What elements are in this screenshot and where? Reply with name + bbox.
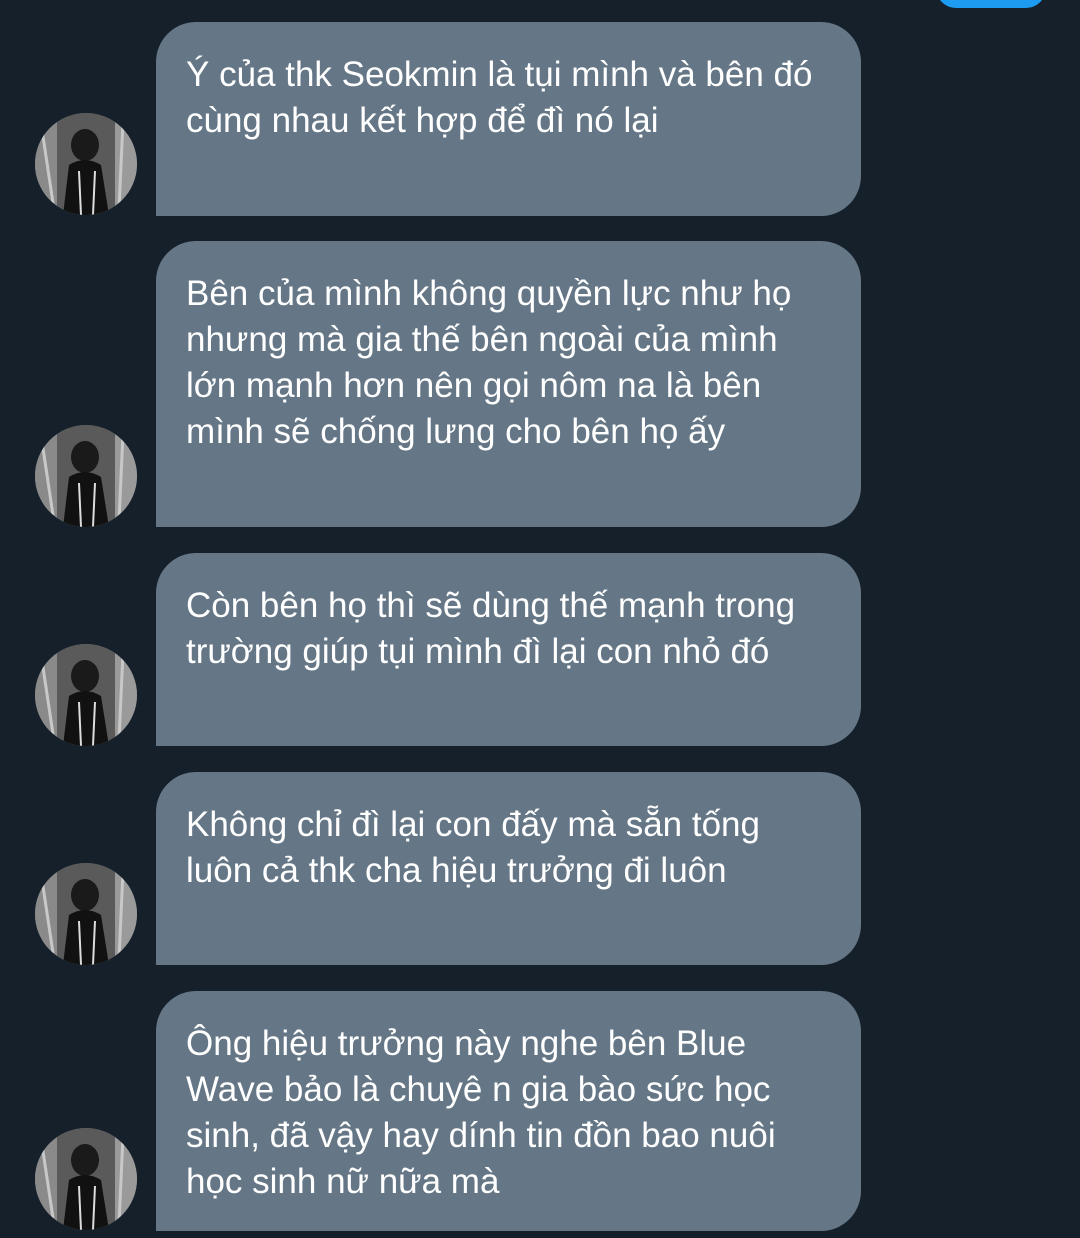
- user-avatar-icon: [35, 644, 137, 746]
- user-avatar-icon: [35, 863, 137, 965]
- avatar[interactable]: [35, 1128, 137, 1230]
- message-bubble[interactable]: Còn bên họ thì sẽ dùng thế mạnh trong tr…: [156, 553, 861, 746]
- avatar[interactable]: [35, 863, 137, 965]
- message-text: Còn bên họ thì sẽ dùng thế mạnh trong tr…: [186, 586, 796, 671]
- user-avatar-icon: [35, 1128, 137, 1230]
- message-bubble[interactable]: Ý của thk Seokmin là tụi mình và bên đó …: [156, 22, 861, 216]
- avatar[interactable]: [35, 425, 137, 527]
- avatar[interactable]: [35, 113, 137, 215]
- message-bubble[interactable]: Không chỉ đì lại con đấy mà sẵn tống luô…: [156, 772, 861, 965]
- message-text: Không chỉ đì lại con đấy mà sẵn tống luô…: [186, 805, 760, 890]
- message-text: Ý của thk Seokmin là tụi mình và bên đó …: [186, 55, 813, 140]
- user-avatar-icon: [35, 113, 137, 215]
- message-bubble[interactable]: Ông hiệu trưởng này nghe bên Blue Wave b…: [156, 991, 861, 1231]
- message-bubble[interactable]: Bên của mình không quyền lực như họ nhưn…: [156, 241, 861, 527]
- outgoing-message-bubble-partial[interactable]: [936, 0, 1046, 8]
- user-avatar-icon: [35, 425, 137, 527]
- avatar[interactable]: [35, 644, 137, 746]
- message-text: Bên của mình không quyền lực như họ nhưn…: [186, 274, 792, 451]
- message-text: Ông hiệu trưởng này nghe bên Blue Wave b…: [186, 1024, 776, 1201]
